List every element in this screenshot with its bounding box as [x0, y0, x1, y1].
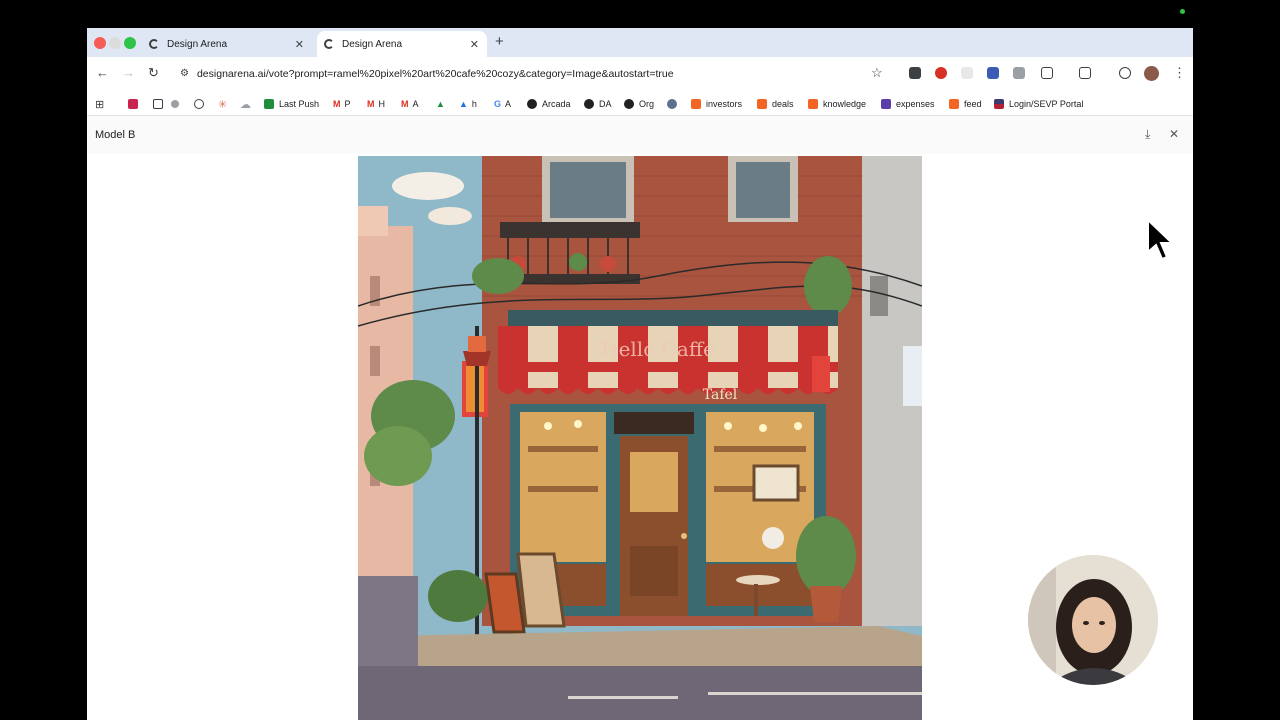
- bookmark-feed[interactable]: feed: [949, 97, 982, 111]
- bookmark-knowledge[interactable]: knowledge: [808, 97, 866, 111]
- bookmark-expenses[interactable]: expenses: [881, 97, 935, 111]
- url-text: designarena.ai/vote?prompt=ramel%20pixel…: [196, 67, 674, 80]
- extension-icon[interactable]: [987, 67, 999, 79]
- extension-icon[interactable]: [935, 67, 947, 79]
- cafe-sign-text: Tafel: [703, 387, 738, 403]
- tab-title: Design Arena: [167, 38, 228, 50]
- tab-design-arena-1[interactable]: Design Arena ✕: [142, 31, 312, 57]
- address-bar[interactable]: ⚙ designarena.ai/vote?prompt=ramel%20pix…: [173, 61, 893, 86]
- mouse-cursor-icon: [1146, 217, 1175, 267]
- menu-kebab-icon[interactable]: ⋮: [1173, 65, 1186, 81]
- bookmark-drive-h[interactable]: ▲ h: [459, 97, 477, 111]
- bookmark-arcada[interactable]: Arcada: [527, 97, 571, 111]
- forward-button[interactable]: →: [122, 65, 135, 80]
- maximize-window-button[interactable]: [124, 37, 136, 49]
- close-icon[interactable]: ✕: [1169, 127, 1179, 141]
- bookmark-da[interactable]: DA: [584, 97, 612, 111]
- bookmark-sevp-portal[interactable]: Login/SEVP Portal: [994, 97, 1083, 111]
- profile-avatar[interactable]: [1144, 66, 1159, 81]
- minimize-window-button[interactable]: [109, 37, 121, 49]
- pocket-icon[interactable]: [128, 97, 143, 111]
- bookmark-investors[interactable]: investors: [691, 97, 742, 111]
- openai-icon[interactable]: [194, 97, 209, 111]
- bookmark-star-icon[interactable]: ☆: [871, 65, 883, 81]
- loading-icon: [149, 39, 159, 49]
- toolbar: ← → ↻ ⚙ designarena.ai/vote?prompt=ramel…: [87, 57, 1193, 90]
- bookmark-deals[interactable]: deals: [757, 97, 794, 111]
- loading-icon: [324, 39, 334, 49]
- generated-image: Hello Caffe Tafel: [358, 156, 922, 720]
- folder-icon[interactable]: [153, 97, 168, 111]
- webcam-overlay: [1028, 555, 1158, 685]
- bookmark-icon[interactable]: [171, 97, 184, 111]
- close-window-button[interactable]: [94, 37, 106, 49]
- bookmark-last-push[interactable]: Last Push: [264, 97, 319, 111]
- bookmark-gmail-h[interactable]: MH: [367, 97, 385, 111]
- download-icon[interactable]: ⤓: [1145, 127, 1150, 142]
- new-tab-button[interactable]: +: [495, 33, 504, 50]
- reload-button[interactable]: ↻: [148, 65, 159, 81]
- close-tab-icon[interactable]: ✕: [295, 38, 304, 51]
- panel-title: Model B: [95, 129, 136, 141]
- recording-indicator: [1180, 9, 1185, 14]
- tab-search-icon[interactable]: [1079, 67, 1091, 79]
- bookmarks-bar: ⊞ ✳ ☁ Last Push MP MH MA ▲ ▲ h GA Arcada …: [87, 90, 1193, 116]
- image-viewer: Hello Caffe Tafel: [87, 154, 1193, 720]
- awning-text: Hello Caffe: [601, 337, 715, 361]
- bookmark-seal[interactable]: [667, 97, 682, 111]
- extension-icon[interactable]: [1013, 67, 1025, 79]
- extension-icon[interactable]: [909, 67, 921, 79]
- site-settings-icon[interactable]: ⚙: [180, 68, 189, 79]
- sync-icon[interactable]: [1119, 67, 1131, 79]
- claude-icon[interactable]: ✳: [218, 97, 227, 111]
- bookmark-google-a[interactable]: GA: [494, 97, 511, 111]
- tab-bar: Design Arena ✕ Design Arena ✕ +: [87, 28, 1193, 57]
- tab-title: Design Arena: [342, 38, 403, 50]
- extension-icon[interactable]: [961, 67, 973, 79]
- extensions-puzzle-icon[interactable]: [1041, 67, 1053, 79]
- bookmark-drive[interactable]: ▲: [436, 97, 449, 111]
- bookmark-gmail-p[interactable]: MP: [333, 97, 351, 111]
- close-tab-icon[interactable]: ✕: [470, 38, 479, 51]
- tab-design-arena-2[interactable]: Design Arena ✕: [317, 31, 487, 57]
- screen: Design Arena ✕ Design Arena ✕ + ← → ↻ ⚙ …: [0, 0, 1280, 720]
- bookmark-gmail-a[interactable]: MA: [401, 97, 419, 111]
- image-viewer-header: Model B ⤓ ✕: [87, 116, 1193, 154]
- apps-grid-icon[interactable]: ⊞: [95, 97, 104, 111]
- bookmark-org[interactable]: Org: [624, 97, 654, 111]
- back-button[interactable]: ←: [96, 65, 109, 80]
- cloud-icon[interactable]: ☁: [240, 97, 251, 111]
